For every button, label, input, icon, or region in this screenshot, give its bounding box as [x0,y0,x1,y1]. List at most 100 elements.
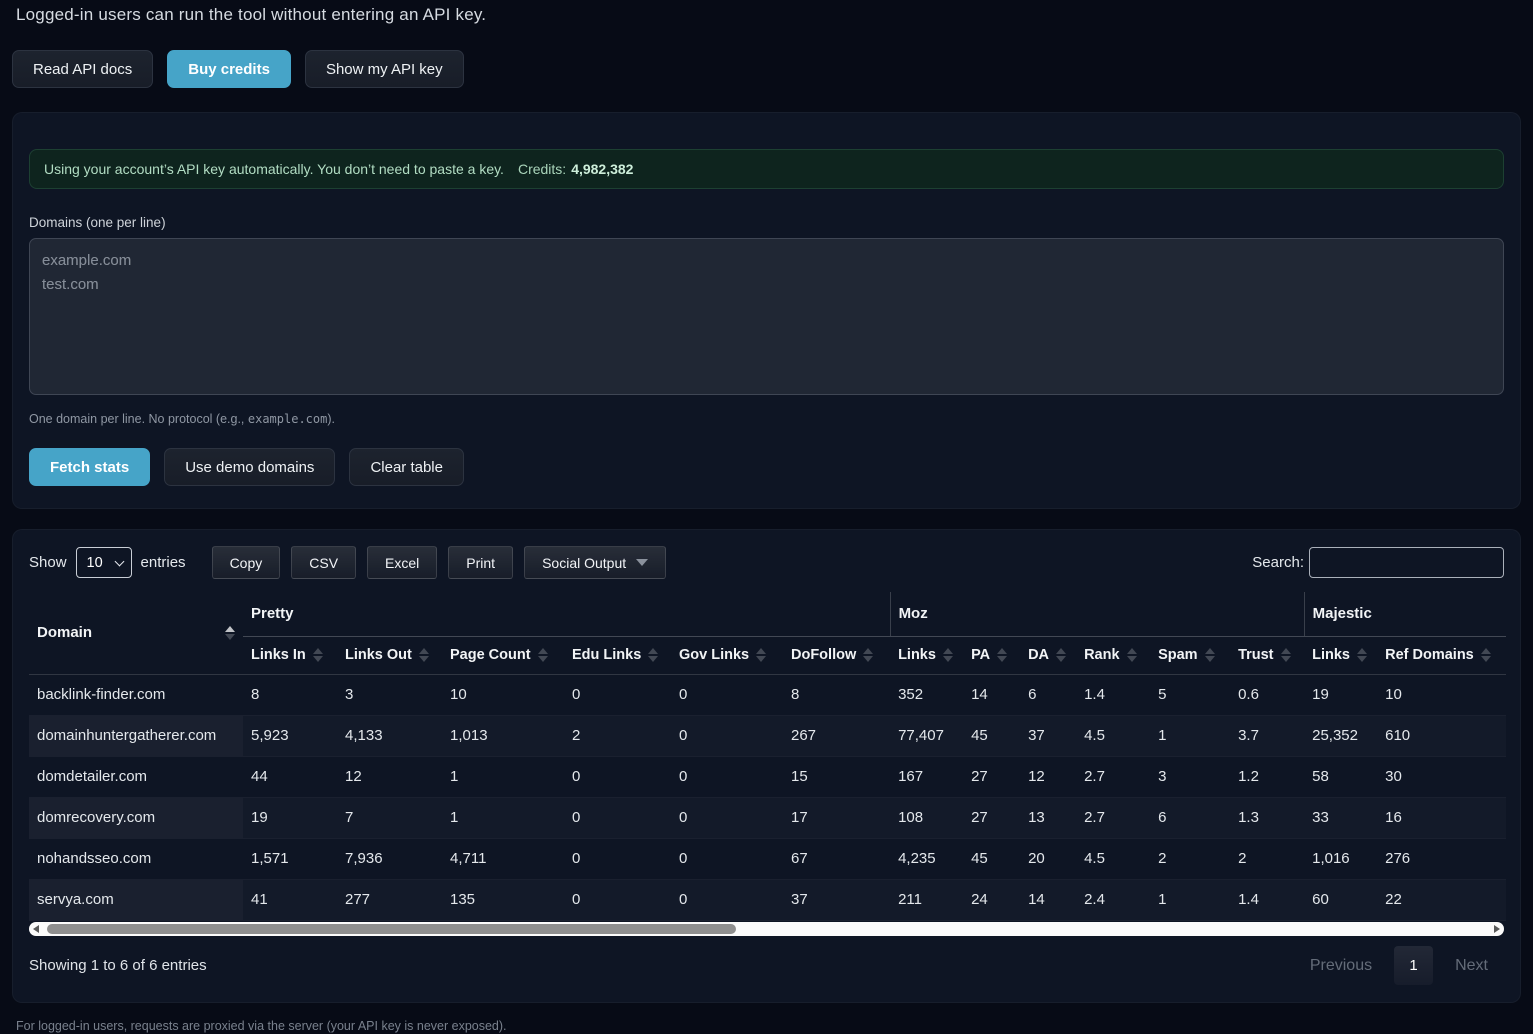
clear-table-button[interactable]: Clear table [349,448,464,486]
scrollbar-thumb[interactable] [47,924,736,934]
search-input[interactable] [1309,547,1504,578]
value-cell: 267 [783,715,890,756]
value-cell: 0 [564,838,671,879]
column-header[interactable]: Page Count [442,636,564,674]
table-row: servya.com41277135003721124142.411.46022 [29,879,1506,920]
value-cell: 0 [564,674,671,715]
value-cell: 24 [963,879,1020,920]
value-cell: 25,352 [1304,715,1377,756]
value-cell: 20 [1020,838,1076,879]
scroll-right-arrow-icon[interactable] [1494,925,1500,933]
value-cell: 5,923 [243,715,337,756]
entries-label: entries [141,554,186,571]
next-page-button[interactable]: Next [1439,957,1504,975]
column-header[interactable]: Gov Links [671,636,783,674]
page-length-select[interactable]: 10 [76,547,132,578]
value-cell: 0 [671,715,783,756]
column-header[interactable]: DoFollow [783,636,890,674]
value-cell: 0.6 [1230,674,1304,715]
column-header[interactable]: PA [963,636,1020,674]
value-cell: 3 [337,674,442,715]
sort-icon [863,648,873,662]
credits-value: 4,982,382 [571,161,633,177]
table-row: domainhuntergatherer.com5,9234,1331,0132… [29,715,1506,756]
value-cell: 15 [783,756,890,797]
value-cell: 41 [243,879,337,920]
previous-page-button[interactable]: Previous [1294,957,1388,975]
horizontal-scrollbar[interactable] [29,922,1504,936]
column-header[interactable]: Trust [1230,636,1304,674]
value-cell: 135 [442,879,564,920]
value-cell: 1,571 [243,838,337,879]
value-cell: 3 [1150,756,1230,797]
page-length-select-wrap: 10 [76,547,132,578]
value-cell: 6 [1150,797,1230,838]
column-header[interactable]: Spam [1150,636,1230,674]
value-cell: 30 [1377,756,1506,797]
domain-cell: domainhuntergatherer.com [29,715,243,756]
value-cell: 610 [1377,715,1506,756]
column-header[interactable]: Links Out [337,636,442,674]
export-button-group: Copy CSV Excel Print Social Output [212,546,667,579]
group-header-majestic: Majestic [1304,592,1506,636]
page-1-button[interactable]: 1 [1394,946,1433,985]
csv-button[interactable]: CSV [291,546,356,579]
value-cell: 45 [963,715,1020,756]
social-output-button[interactable]: Social Output [524,546,666,579]
buy-credits-button[interactable]: Buy credits [167,50,291,88]
value-cell: 12 [1020,756,1076,797]
column-header[interactable]: Ref Domains [1377,636,1506,674]
value-cell: 17 [783,797,890,838]
table-row: domdetailer.com44121001516727122.731.258… [29,756,1506,797]
value-cell: 7 [337,797,442,838]
column-header[interactable]: Links In [243,636,337,674]
value-cell: 2.7 [1076,756,1150,797]
value-cell: 1 [442,797,564,838]
column-header[interactable]: Edu Links [564,636,671,674]
column-header[interactable]: Links [1304,636,1377,674]
value-cell: 44 [243,756,337,797]
value-cell: 4,711 [442,838,564,879]
table-row: nohandsseo.com1,5717,9364,71100674,23545… [29,838,1506,879]
value-cell: 19 [1304,674,1377,715]
help-code-example: example.com [248,412,327,426]
api-key-banner: Using your account’s API key automatical… [29,149,1504,189]
use-demo-domains-button[interactable]: Use demo domains [164,448,335,486]
value-cell: 14 [963,674,1020,715]
sort-icon [1357,648,1367,662]
column-header-row: Links InLinks OutPage CountEdu LinksGov … [29,636,1506,674]
sort-icon [538,648,548,662]
value-cell: 27 [963,797,1020,838]
sort-icon [313,648,323,662]
footer-note: For logged-in users, requests are proxie… [16,1019,1517,1033]
print-button[interactable]: Print [448,546,513,579]
column-header[interactable]: Rank [1076,636,1150,674]
group-header-moz: Moz [890,592,1304,636]
value-cell: 10 [442,674,564,715]
sort-icon [419,648,429,662]
value-cell: 0 [671,674,783,715]
excel-button[interactable]: Excel [367,546,437,579]
sort-icon [1056,648,1066,662]
banner-message: Using your account’s API key automatical… [44,161,504,177]
fetch-stats-button[interactable]: Fetch stats [29,448,150,486]
domains-help-text: One domain per line. No protocol (e.g., … [29,412,1504,426]
value-cell: 4.5 [1076,715,1150,756]
value-cell: 13 [1020,797,1076,838]
entries-info: Showing 1 to 6 of 6 entries [29,957,207,974]
column-header[interactable]: Links [890,636,963,674]
form-action-row: Fetch stats Use demo domains Clear table [29,448,1504,486]
column-header-domain[interactable]: Domain [29,592,243,674]
copy-button[interactable]: Copy [212,546,281,579]
read-api-docs-button[interactable]: Read API docs [12,50,153,88]
value-cell: 14 [1020,879,1076,920]
value-cell: 0 [671,838,783,879]
domains-textarea[interactable] [29,238,1504,395]
value-cell: 33 [1304,797,1377,838]
column-header[interactable]: DA [1020,636,1076,674]
value-cell: 108 [890,797,963,838]
show-api-key-button[interactable]: Show my API key [305,50,464,88]
scroll-left-arrow-icon[interactable] [33,925,39,933]
value-cell: 19 [243,797,337,838]
sort-icon [1481,648,1491,662]
